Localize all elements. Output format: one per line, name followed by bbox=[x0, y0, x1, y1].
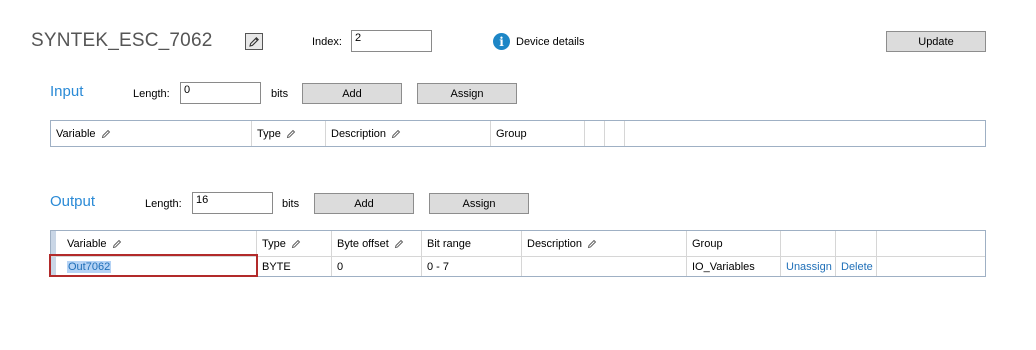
output-col-filler bbox=[877, 231, 985, 256]
input-length-label: Length: bbox=[133, 88, 170, 100]
output-col-group[interactable]: Group bbox=[687, 231, 781, 256]
output-col-byte-offset[interactable]: Byte offset bbox=[332, 231, 422, 256]
output-row-group[interactable]: IO_Variables bbox=[687, 257, 781, 276]
output-length-label: Length: bbox=[145, 198, 182, 210]
unassign-link[interactable]: Unassign bbox=[781, 257, 836, 276]
pencil-icon bbox=[394, 239, 404, 249]
output-col-type-label: Type bbox=[262, 237, 286, 250]
index-input[interactable]: 2 bbox=[351, 30, 432, 52]
pencil-icon bbox=[391, 129, 401, 139]
output-col-blank-2 bbox=[836, 231, 877, 256]
output-section-title: Output bbox=[50, 193, 96, 210]
output-col-byte-offset-label: Byte offset bbox=[337, 237, 389, 250]
input-section-title: Input bbox=[50, 83, 84, 100]
output-unit-label: bits bbox=[282, 198, 300, 210]
output-row-bit-range[interactable]: 0 - 7 bbox=[422, 257, 522, 276]
input-col-type-label: Type bbox=[257, 127, 281, 140]
output-col-variable[interactable]: Variable bbox=[51, 231, 257, 256]
output-length-field[interactable]: 16 bbox=[192, 192, 273, 214]
edit-name-button[interactable] bbox=[245, 33, 263, 50]
device-details-link[interactable]: Device details bbox=[516, 36, 584, 48]
pencil-icon bbox=[587, 239, 597, 249]
update-button[interactable]: Update bbox=[886, 31, 986, 52]
output-row-byte-offset[interactable]: 0 bbox=[332, 257, 422, 276]
info-icon[interactable]: i bbox=[493, 33, 510, 50]
delete-link[interactable]: Delete bbox=[836, 257, 877, 276]
device-name: SYNTEK_ESC_7062 bbox=[31, 30, 213, 51]
input-add-button[interactable]: Add bbox=[302, 83, 402, 104]
pencil-icon bbox=[286, 129, 296, 139]
output-assign-button[interactable]: Assign bbox=[429, 193, 529, 214]
pencil-icon bbox=[291, 239, 301, 249]
input-col-blank-2 bbox=[605, 121, 625, 146]
output-col-group-label: Group bbox=[692, 237, 723, 250]
input-unit-label: bits bbox=[271, 88, 289, 100]
output-col-description-label: Description bbox=[527, 237, 583, 250]
pencil-icon bbox=[249, 36, 259, 47]
input-col-group-label: Group bbox=[496, 127, 527, 140]
output-row-filler bbox=[877, 257, 985, 276]
input-table: Variable Type Description Group bbox=[50, 120, 986, 147]
output-col-bit-range[interactable]: Bit range bbox=[422, 231, 522, 256]
input-col-description[interactable]: Description bbox=[326, 121, 491, 146]
input-col-variable[interactable]: Variable bbox=[51, 121, 252, 146]
output-add-button[interactable]: Add bbox=[314, 193, 414, 214]
input-assign-button[interactable]: Assign bbox=[417, 83, 517, 104]
output-col-variable-label: Variable bbox=[67, 237, 107, 250]
selection-highlight bbox=[49, 254, 258, 277]
output-col-blank-1 bbox=[781, 231, 836, 256]
input-col-variable-label: Variable bbox=[56, 127, 96, 140]
index-label: Index: bbox=[312, 36, 342, 48]
output-row-description[interactable] bbox=[522, 257, 687, 276]
input-length-field[interactable]: 0 bbox=[180, 82, 261, 104]
input-col-description-label: Description bbox=[331, 127, 387, 140]
input-col-blank-1 bbox=[585, 121, 605, 146]
output-col-description[interactable]: Description bbox=[522, 231, 687, 256]
pencil-icon bbox=[101, 129, 111, 139]
input-col-filler bbox=[625, 121, 985, 146]
output-row-type[interactable]: BYTE bbox=[257, 257, 332, 276]
output-col-bit-range-label: Bit range bbox=[427, 237, 472, 250]
output-col-type[interactable]: Type bbox=[257, 231, 332, 256]
input-col-type[interactable]: Type bbox=[252, 121, 326, 146]
input-col-group[interactable]: Group bbox=[491, 121, 585, 146]
pencil-icon bbox=[112, 239, 122, 249]
